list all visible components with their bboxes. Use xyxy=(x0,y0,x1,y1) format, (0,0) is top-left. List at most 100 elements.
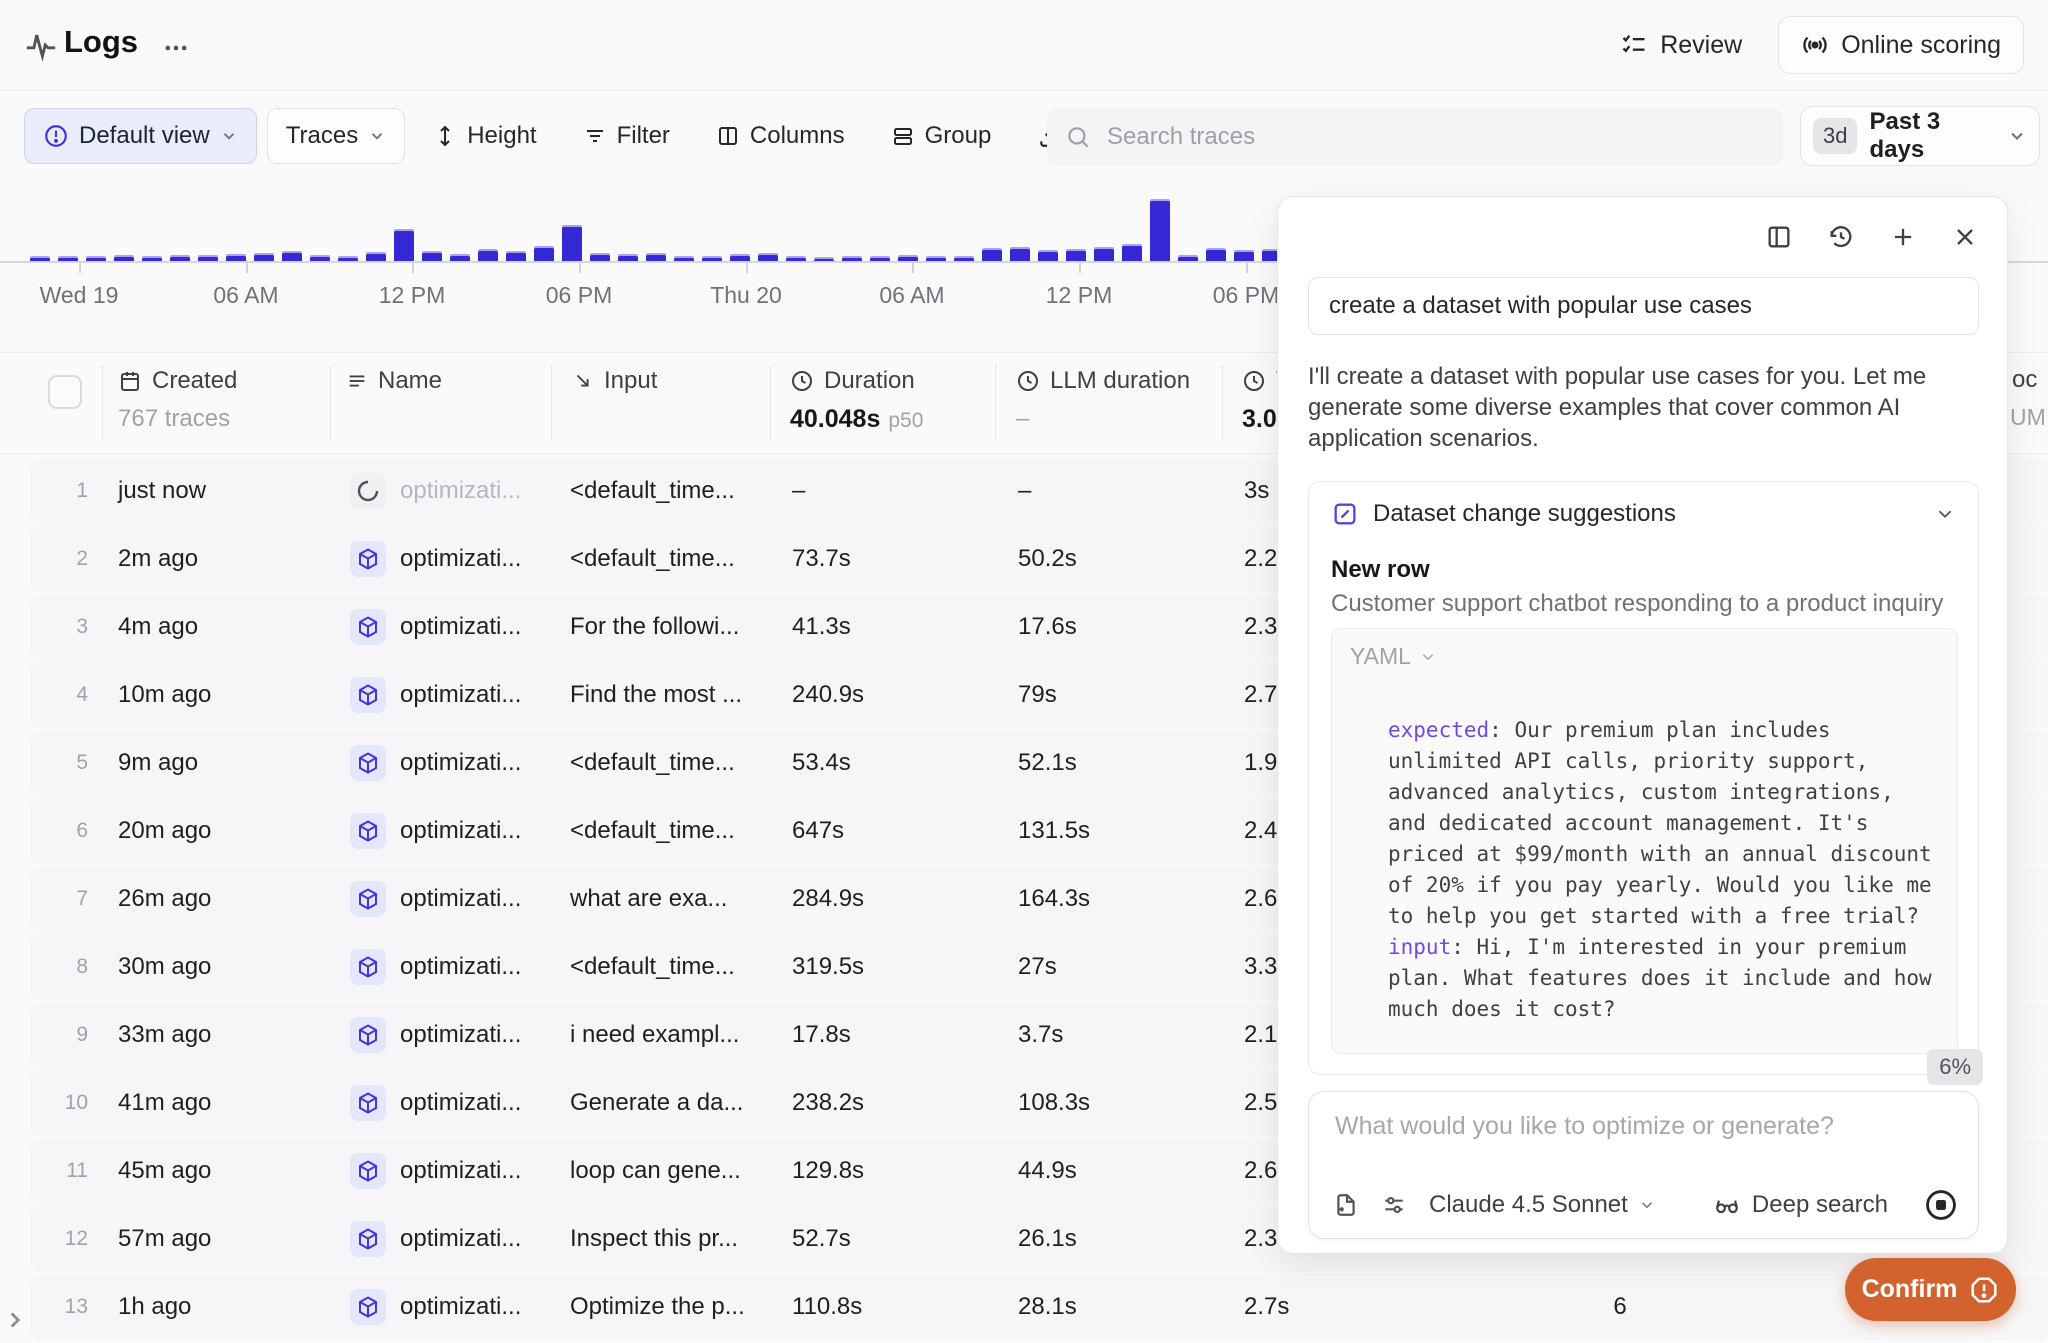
online-scoring-button[interactable]: Online scoring xyxy=(1778,16,2024,74)
created-cell: 30m ago xyxy=(118,934,211,1000)
search-icon xyxy=(1065,124,1091,150)
stop-generation-button[interactable] xyxy=(1924,1188,1958,1222)
duration-cell: 41.3s xyxy=(792,594,851,660)
trace-box-icon xyxy=(350,1070,386,1136)
close-icon[interactable] xyxy=(1947,219,1983,255)
llm-duration-cell: 26.1s xyxy=(1018,1206,1077,1272)
input-cell: loop can gene... xyxy=(570,1138,741,1204)
llm-duration-cell: 52.1s xyxy=(1018,730,1077,796)
new-row-title: New row xyxy=(1331,556,1430,584)
ttft-cell: 3s xyxy=(1244,458,1269,524)
column-header-created[interactable]: Created 767 traces xyxy=(118,367,237,433)
duration-cell: 17.8s xyxy=(792,1002,851,1068)
range-badge: 3d xyxy=(1813,118,1857,154)
deep-search-toggle[interactable]: Deep search xyxy=(1712,1191,1888,1219)
dataset-suggestions-card: Dataset change suggestions New row Custo… xyxy=(1308,481,1979,1075)
llm-duration-cell: 164.3s xyxy=(1018,866,1090,932)
search-traces-box xyxy=(1047,108,1783,166)
histogram-bar xyxy=(1234,252,1254,261)
created-cell: 2m ago xyxy=(118,526,198,592)
count-cell: 6 xyxy=(1590,1274,1650,1340)
broadcast-icon xyxy=(1801,31,1829,59)
llm-duration-cell: 131.5s xyxy=(1018,798,1090,864)
attach-file-icon[interactable] xyxy=(1333,1192,1359,1218)
traces-selector[interactable]: Traces xyxy=(267,108,405,164)
column-header-name[interactable]: Name xyxy=(346,367,442,395)
date-range-selector[interactable]: 3d Past 3 days xyxy=(1800,106,2040,166)
page-title: Logs xyxy=(64,24,138,60)
columns-button[interactable]: Columns xyxy=(698,108,863,164)
settings-sliders-icon[interactable] xyxy=(1381,1192,1407,1218)
user-prompt-input[interactable] xyxy=(1309,278,1978,334)
row-number: 2 xyxy=(52,526,88,592)
new-chat-icon[interactable] xyxy=(1885,219,1921,255)
llm-duration-cell: 17.6s xyxy=(1018,594,1077,660)
assistant-response: I'll create a dataset with popular use c… xyxy=(1308,361,1956,454)
input-cell: what are exa... xyxy=(570,866,727,932)
llm-duration-cell: – xyxy=(1018,458,1031,524)
scroll-right-indicator-icon[interactable] xyxy=(2,1304,28,1336)
glasses-icon xyxy=(1712,1192,1742,1218)
input-cell: Find the most ... xyxy=(570,662,742,728)
model-selector[interactable]: Claude 4.5 Sonnet xyxy=(1429,1191,1656,1219)
created-cell: 57m ago xyxy=(118,1206,211,1272)
llm-duration-cell: 108.3s xyxy=(1018,1070,1090,1136)
trace-box-icon xyxy=(350,1206,386,1272)
row-number: 1 xyxy=(52,458,88,524)
llm-duration-cell: 3.7s xyxy=(1018,1002,1063,1068)
dataset-suggestions-header[interactable]: Dataset change suggestions xyxy=(1331,500,1956,528)
histogram-bar xyxy=(1206,250,1226,261)
name-cell: optimizati... xyxy=(400,934,521,1000)
duration-cell: 129.8s xyxy=(792,1138,864,1204)
logs-waveform-icon xyxy=(24,28,58,62)
composer-input[interactable] xyxy=(1333,1110,1937,1164)
histogram-bar xyxy=(1010,249,1030,261)
histogram-bar xyxy=(1094,249,1114,261)
arrow-down-right-icon xyxy=(572,370,594,392)
group-icon xyxy=(891,124,915,148)
search-input[interactable] xyxy=(1105,122,1765,152)
default-view-selector[interactable]: Default view xyxy=(24,108,257,164)
history-icon[interactable] xyxy=(1823,219,1859,255)
trace-box-icon xyxy=(350,866,386,932)
duration-cell: 238.2s xyxy=(792,1070,864,1136)
column-header-llm-duration[interactable]: LLM duration – xyxy=(1016,367,1190,433)
created-cell: 33m ago xyxy=(118,1002,211,1068)
column-header-duration[interactable]: Duration 40.048sp50 xyxy=(790,367,923,434)
column-header-input[interactable]: Input xyxy=(572,367,657,395)
table-row[interactable]: 131h agooptimizati...Optimize the p...11… xyxy=(30,1274,2048,1340)
more-menu-button[interactable] xyxy=(158,30,194,66)
checklist-icon xyxy=(1620,31,1648,59)
review-button[interactable]: Review xyxy=(1600,16,1762,74)
created-cell: 20m ago xyxy=(118,798,211,864)
user-prompt-box xyxy=(1308,277,1979,335)
confirm-button[interactable]: Confirm xyxy=(1845,1258,2016,1321)
duration-cell: 647s xyxy=(792,798,844,864)
llm-duration-cell: 79s xyxy=(1018,662,1057,728)
code-format-selector[interactable]: YAML xyxy=(1350,643,1437,670)
created-cell: 9m ago xyxy=(118,730,198,796)
row-number: 7 xyxy=(52,866,88,932)
duration-cell: 52.7s xyxy=(792,1206,851,1272)
created-cell: 26m ago xyxy=(118,866,211,932)
filter-button[interactable]: Filter xyxy=(565,108,688,164)
input-cell: Generate a da... xyxy=(570,1070,743,1136)
chevron-down-icon xyxy=(220,127,238,145)
open-side-panel-icon[interactable] xyxy=(1761,219,1797,255)
chevron-down-icon xyxy=(1419,648,1437,666)
input-cell: <default_time... xyxy=(570,934,735,1000)
axis-tick-label: 06 AM xyxy=(213,282,278,309)
duration-cell: 319.5s xyxy=(792,934,864,1000)
chevron-down-icon xyxy=(2007,126,2027,146)
axis-tick-label: 06 PM xyxy=(546,282,612,309)
created-cell: just now xyxy=(118,458,206,524)
row-number: 13 xyxy=(52,1274,88,1340)
spinner-icon xyxy=(350,458,386,524)
group-button[interactable]: Group xyxy=(873,108,1010,164)
name-cell: optimizati... xyxy=(400,458,521,524)
cropped-column-label: oc xyxy=(2012,366,2037,394)
select-all-checkbox[interactable] xyxy=(48,375,82,409)
row-height-button[interactable]: Height xyxy=(415,108,554,164)
llm-duration-cell: 44.9s xyxy=(1018,1138,1077,1204)
cropped-column-agg: UM xyxy=(2010,404,2046,431)
